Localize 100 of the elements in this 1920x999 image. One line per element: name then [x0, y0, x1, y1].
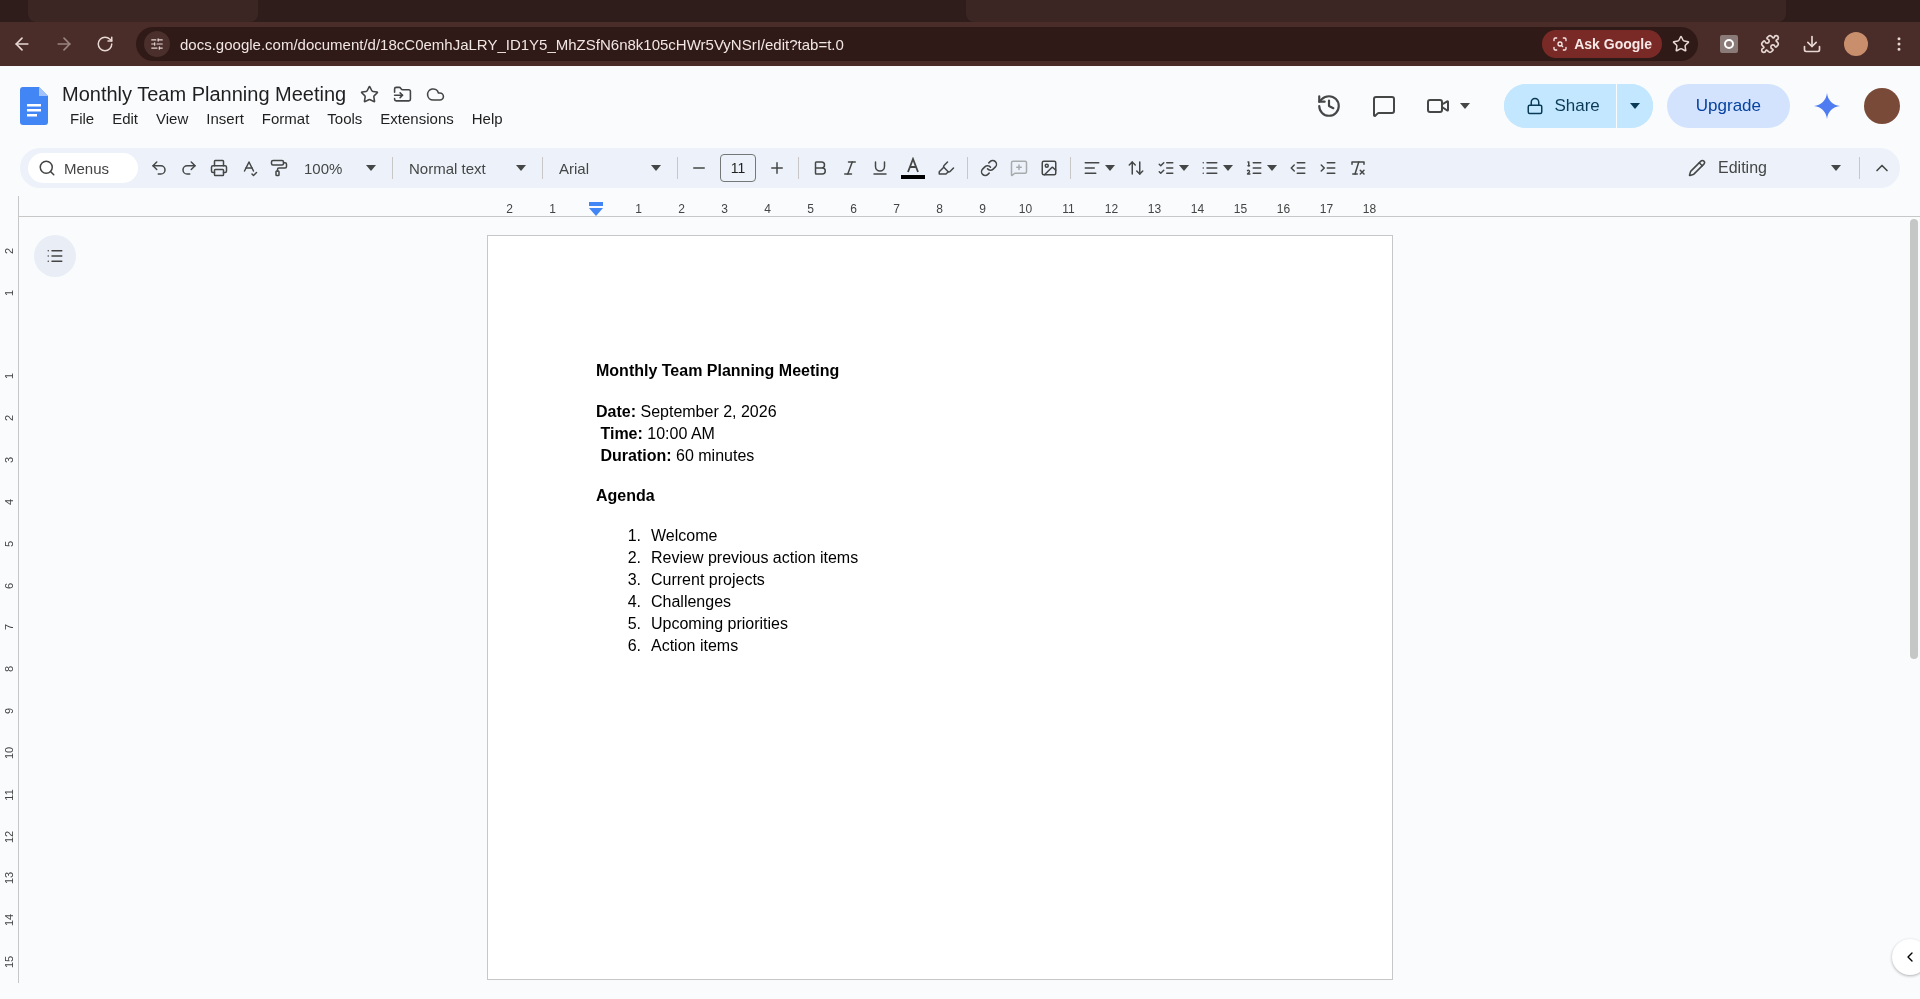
clear-formatting-icon[interactable]: [1349, 159, 1367, 177]
indent-increase-icon[interactable]: [1319, 159, 1337, 177]
outline-icon: [46, 247, 64, 265]
avatar-icon[interactable]: [1864, 88, 1900, 124]
download-icon[interactable]: [1802, 34, 1822, 54]
undo-icon[interactable]: [150, 159, 168, 177]
menu-item[interactable]: Tools: [319, 108, 371, 129]
numbered-list-icon[interactable]: [1245, 159, 1263, 177]
caret-icon[interactable]: [516, 165, 526, 171]
menu-item[interactable]: Help: [463, 108, 511, 129]
ruler-number: 6: [2, 582, 16, 589]
menu-item[interactable]: View: [148, 108, 197, 129]
ruler-number: 10: [1017, 202, 1034, 216]
menu-item[interactable]: Extensions: [372, 108, 462, 129]
ruler-number: 11: [1061, 202, 1076, 216]
docs-logo-icon[interactable]: [20, 87, 48, 125]
sliders-icon: [150, 37, 164, 51]
upgrade-button[interactable]: Upgrade: [1666, 84, 1790, 128]
caret-icon[interactable]: [1179, 165, 1189, 171]
list-number: 2.: [626, 548, 642, 568]
ruler-number: 4: [2, 498, 16, 505]
ruler-number: 18: [1361, 202, 1378, 216]
italic-icon[interactable]: [841, 159, 859, 177]
agenda-item: Welcome: [651, 526, 718, 546]
caret-icon[interactable]: [1831, 165, 1841, 171]
ruler-number: 9: [978, 202, 987, 216]
pencil-icon: [1688, 159, 1706, 177]
ruler-number: 3: [2, 457, 16, 464]
indent-marker-icon[interactable]: [588, 202, 603, 216]
ruler-number: 1: [2, 373, 16, 380]
menu-item[interactable]: Format: [253, 108, 318, 129]
paint-format-icon[interactable]: [270, 159, 288, 177]
ruler-number: 10: [2, 746, 16, 759]
outline-button[interactable]: [34, 235, 76, 277]
caret-icon[interactable]: [1460, 103, 1471, 109]
ruler-number: 1: [2, 289, 16, 296]
menu-item[interactable]: Edit: [104, 108, 147, 129]
ruler-number: 9: [2, 707, 16, 715]
reload-icon[interactable]: [96, 35, 114, 53]
bullet-list-icon[interactable]: [1201, 159, 1219, 177]
ruler-number: 2: [505, 202, 514, 216]
share-button[interactable]: Share: [1504, 84, 1617, 128]
comment-icon[interactable]: [1372, 94, 1397, 118]
document-title[interactable]: Monthly Team Planning Meeting: [62, 83, 347, 106]
ruler-number: 15: [1232, 202, 1249, 216]
vertical-ruler[interactable]: 2 1 1 2 3 4 5 6 7 8 9 10 11 12 13 14 15: [0, 196, 19, 983]
zoom-dropdown[interactable]: 100%: [300, 159, 380, 177]
ruler-number: 7: [892, 202, 901, 216]
side-panel-toggle[interactable]: [1892, 939, 1920, 975]
ruler-number: 11: [2, 788, 16, 801]
print-icon[interactable]: [210, 159, 228, 177]
menu-item[interactable]: File: [62, 108, 103, 129]
font-dropdown[interactable]: Arial: [555, 159, 665, 177]
editing-mode-dropdown[interactable]: Editing: [1682, 158, 1847, 178]
menu-item[interactable]: Insert: [198, 108, 252, 129]
ruler-number: 6: [849, 202, 858, 216]
list-number: 6.: [626, 636, 642, 656]
font-size-field[interactable]: 11: [720, 154, 756, 182]
history-icon[interactable]: [1316, 93, 1343, 119]
caret-icon[interactable]: [366, 165, 376, 171]
ask-google-button[interactable]: Ask Google: [1542, 30, 1662, 58]
move-folder-icon[interactable]: [393, 85, 413, 104]
address-text[interactable]: docs.google.com/document/d/18cC0emhJaLRY_ID1Y5_MhZSfN6n8k105cHWr5VyNSrI/edit?tab=t.0: [180, 35, 1533, 53]
detail-line: Time: 10:00 AM: [599, 424, 716, 444]
caret-icon[interactable]: [1105, 165, 1115, 171]
text-color-icon[interactable]: [901, 157, 925, 179]
redo-icon[interactable]: [180, 159, 198, 177]
image-icon[interactable]: [1040, 159, 1058, 177]
style-dropdown[interactable]: Normal text: [405, 159, 530, 177]
caret-icon[interactable]: [651, 165, 661, 171]
underline-icon[interactable]: [871, 159, 889, 177]
caret-icon[interactable]: [1223, 165, 1233, 171]
list-number: 5.: [626, 614, 642, 634]
caret-icon[interactable]: [1267, 165, 1277, 171]
ruler-number: 2: [2, 415, 16, 422]
indent-decrease-icon[interactable]: [1289, 159, 1307, 177]
ruler-number: 12: [2, 830, 16, 843]
ruler-number: 15: [2, 955, 16, 969]
avatar-icon[interactable]: [1844, 32, 1868, 56]
ruler-number: 12: [1103, 202, 1120, 216]
cloud-icon[interactable]: [426, 85, 446, 104]
list-number: 3.: [626, 570, 642, 590]
sparkle-icon[interactable]: [1814, 93, 1840, 119]
align-icon[interactable]: [1083, 159, 1101, 177]
lens-icon: [1552, 36, 1569, 52]
link-icon[interactable]: [980, 159, 998, 177]
plus-icon[interactable]: [768, 159, 786, 177]
menus-search-field[interactable]: Menus: [28, 153, 138, 183]
star-icon[interactable]: [360, 85, 380, 104]
checklist-icon[interactable]: [1157, 159, 1175, 177]
highlighter-icon[interactable]: [937, 159, 955, 177]
list-number: 1.: [626, 526, 642, 546]
puzzle-icon[interactable]: [1760, 34, 1780, 54]
line-spacing-icon[interactable]: [1127, 159, 1145, 177]
extension-icon[interactable]: [1720, 35, 1738, 53]
caret-icon[interactable]: [1629, 103, 1640, 109]
agenda-heading: Agenda: [596, 486, 656, 506]
site-info-button[interactable]: [144, 31, 170, 57]
agenda-item: Upcoming priorities: [651, 614, 788, 634]
document-heading: Monthly Team Planning Meeting: [596, 361, 841, 381]
